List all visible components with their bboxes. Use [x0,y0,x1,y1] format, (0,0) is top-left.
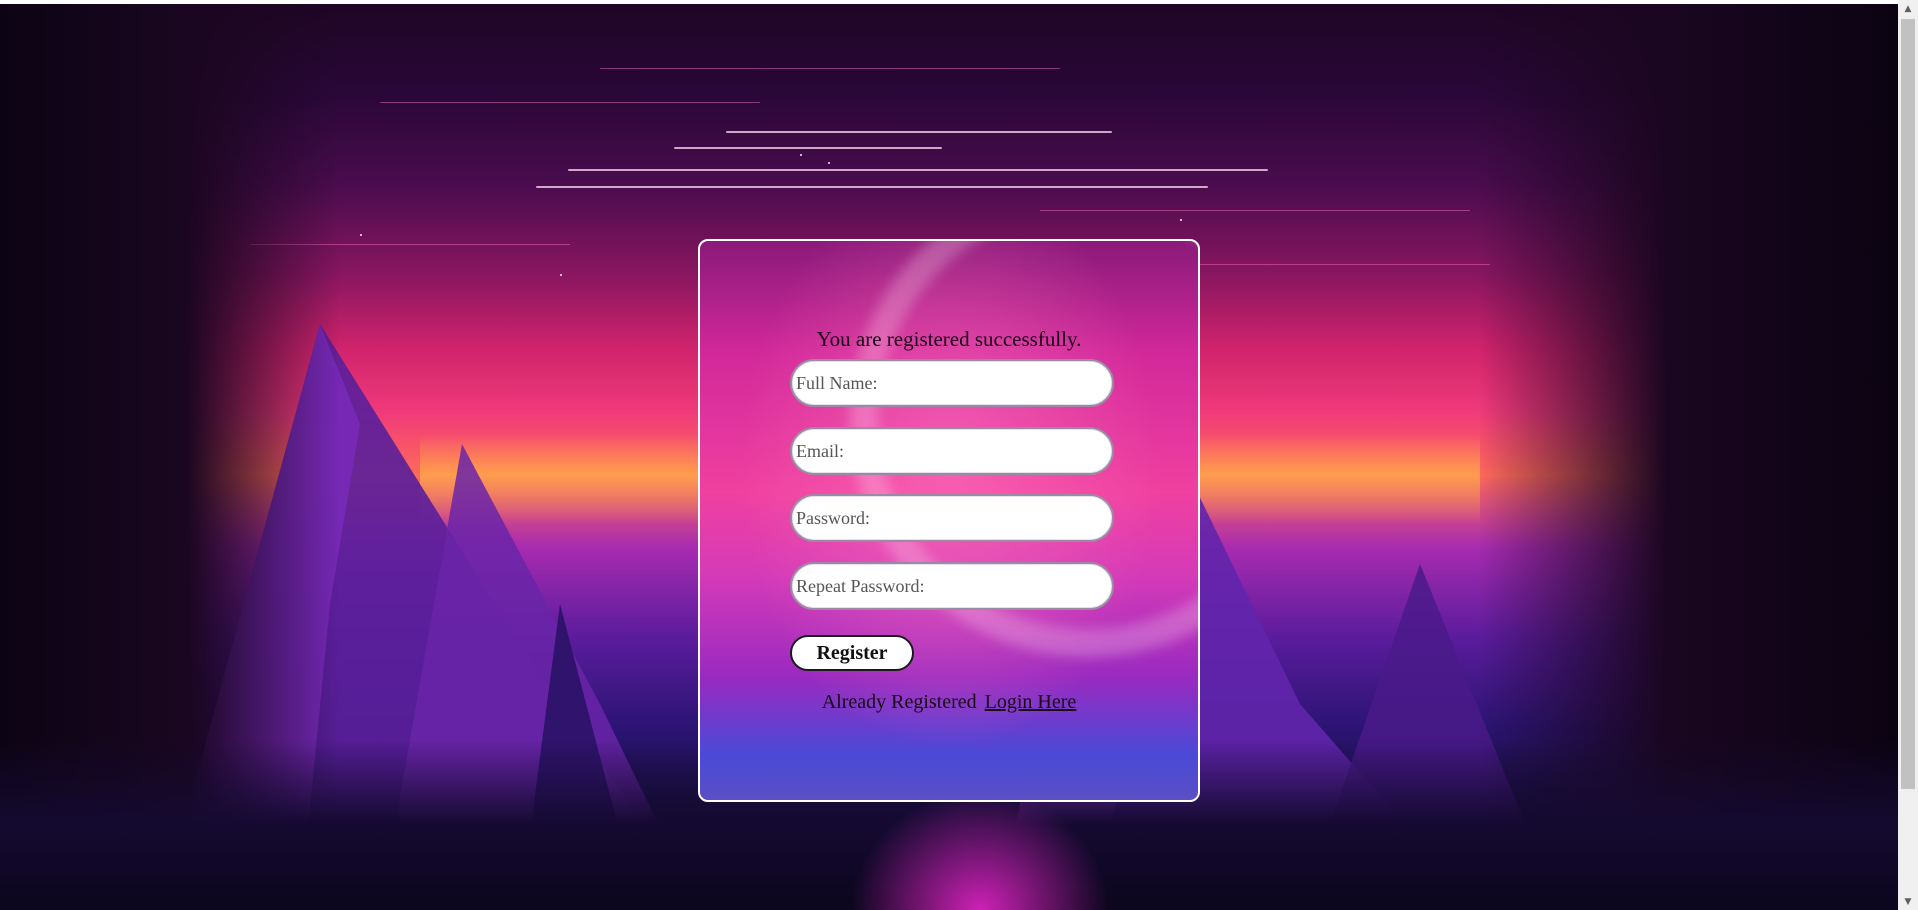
already-registered-text: Already Registered [821,691,977,713]
full-name-field[interactable]: Full Name: [790,359,1114,407]
river-glow [850,790,1110,910]
vertical-scrollbar[interactable]: ▲ ▼ [1898,0,1918,910]
repeat-password-field[interactable]: Repeat Password: [790,562,1114,610]
scroll-down-arrow-icon[interactable]: ▼ [1898,893,1918,910]
password-placeholder: Password: [796,507,871,528]
scrollbar-thumb[interactable] [1901,19,1915,789]
password-field[interactable]: Password: [790,494,1114,542]
login-link[interactable]: Login Here [985,691,1077,713]
register-button[interactable]: Register [790,635,914,671]
email-field[interactable]: Email: [790,427,1114,475]
login-prompt: Already Registered Login Here [700,691,1198,714]
full-name-placeholder: Full Name: [796,372,878,393]
email-placeholder: Email: [796,440,844,461]
scroll-up-arrow-icon[interactable]: ▲ [1898,0,1918,17]
success-message: You are registered successfully. [816,327,1082,351]
registration-card: You are registered successfully. Full Na… [698,239,1200,802]
repeat-password-placeholder: Repeat Password: [796,575,925,596]
